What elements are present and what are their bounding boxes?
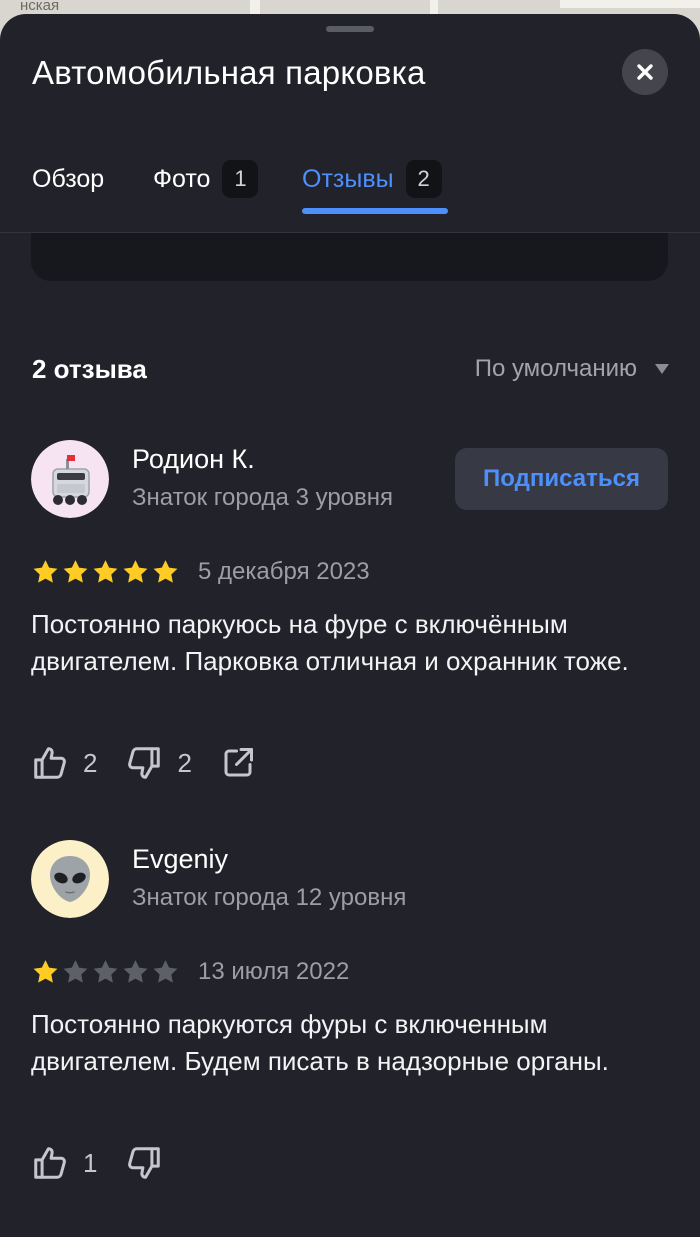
tab-count-badge: 1 bbox=[222, 160, 259, 198]
star-icon bbox=[33, 960, 58, 983]
review-actions: 2 2 bbox=[31, 744, 284, 782]
share-button[interactable] bbox=[220, 745, 256, 781]
thumbs-down-icon bbox=[128, 1147, 161, 1179]
tab-reviews[interactable]: Отзывы 2 bbox=[302, 160, 442, 198]
review-text: Постоянно паркуются фуры с включенным дв… bbox=[31, 1009, 609, 1076]
delivery-robot-icon bbox=[31, 440, 109, 518]
dislike-count: 2 bbox=[177, 747, 192, 778]
thumbs-up-icon bbox=[34, 747, 66, 779]
chevron-down-icon bbox=[655, 364, 669, 374]
dislike-button[interactable]: 2 bbox=[125, 744, 192, 782]
place-title: Автомобильная парковка bbox=[32, 54, 426, 91]
tab-label: Отзывы bbox=[302, 164, 394, 193]
tab-photo[interactable]: Фото 1 bbox=[153, 160, 259, 198]
map-street-label: нская bbox=[20, 0, 60, 14]
star-empty-icon bbox=[123, 960, 148, 983]
thumbs-down-icon bbox=[128, 747, 161, 779]
star-rating bbox=[31, 958, 180, 986]
review-date: 5 декабря 2023 bbox=[198, 558, 370, 585]
alien-icon bbox=[31, 840, 109, 918]
active-tab-indicator bbox=[302, 208, 448, 214]
avatar[interactable] bbox=[31, 840, 109, 918]
sort-dropdown[interactable]: По умолчанию bbox=[475, 355, 669, 383]
star-icon bbox=[153, 560, 178, 583]
star-empty-icon bbox=[153, 960, 178, 983]
tab-overview[interactable]: Обзор bbox=[32, 160, 104, 198]
review-text: Постоянно паркуюсь на фуре с включённым … bbox=[31, 609, 629, 676]
sheet-grabber[interactable] bbox=[326, 26, 374, 32]
like-button[interactable]: 2 bbox=[31, 744, 97, 782]
tab-label: Обзор bbox=[32, 164, 105, 193]
thumbs-up-icon bbox=[34, 1147, 66, 1179]
star-icon bbox=[123, 560, 148, 583]
star-rating bbox=[31, 558, 180, 586]
author-name[interactable]: Evgeniy bbox=[132, 844, 228, 875]
star-empty-icon bbox=[63, 960, 88, 983]
review-date: 13 июля 2022 bbox=[198, 958, 350, 985]
close-button[interactable] bbox=[622, 49, 668, 95]
avatar[interactable] bbox=[31, 440, 109, 518]
author-badge: Знаток города 12 уровня bbox=[132, 884, 407, 911]
bottom-sheet: Автомобильная парковка Обзор Фото 1 Отзы… bbox=[0, 14, 700, 1237]
share-icon bbox=[224, 748, 253, 777]
tab-count-badge: 2 bbox=[405, 160, 442, 198]
star-icon bbox=[63, 560, 88, 583]
like-count: 1 bbox=[83, 1147, 98, 1178]
like-count: 2 bbox=[83, 747, 98, 778]
dislike-button[interactable] bbox=[125, 1144, 177, 1182]
subscribe-button[interactable]: Подписаться bbox=[455, 448, 668, 510]
like-button[interactable]: 1 bbox=[31, 1144, 97, 1182]
previous-section-card bbox=[31, 233, 668, 281]
star-icon bbox=[33, 560, 58, 583]
review-actions: 1 bbox=[31, 1144, 205, 1182]
sort-label: По умолчанию bbox=[474, 355, 637, 382]
author-name[interactable]: Родион К. bbox=[132, 444, 255, 475]
reviews-count: 2 отзыва bbox=[32, 354, 147, 384]
author-badge: Знаток города 3 уровня bbox=[132, 484, 394, 511]
star-empty-icon bbox=[93, 960, 118, 983]
tab-label: Фото bbox=[153, 164, 211, 193]
close-icon bbox=[637, 64, 653, 80]
star-icon bbox=[93, 560, 118, 583]
